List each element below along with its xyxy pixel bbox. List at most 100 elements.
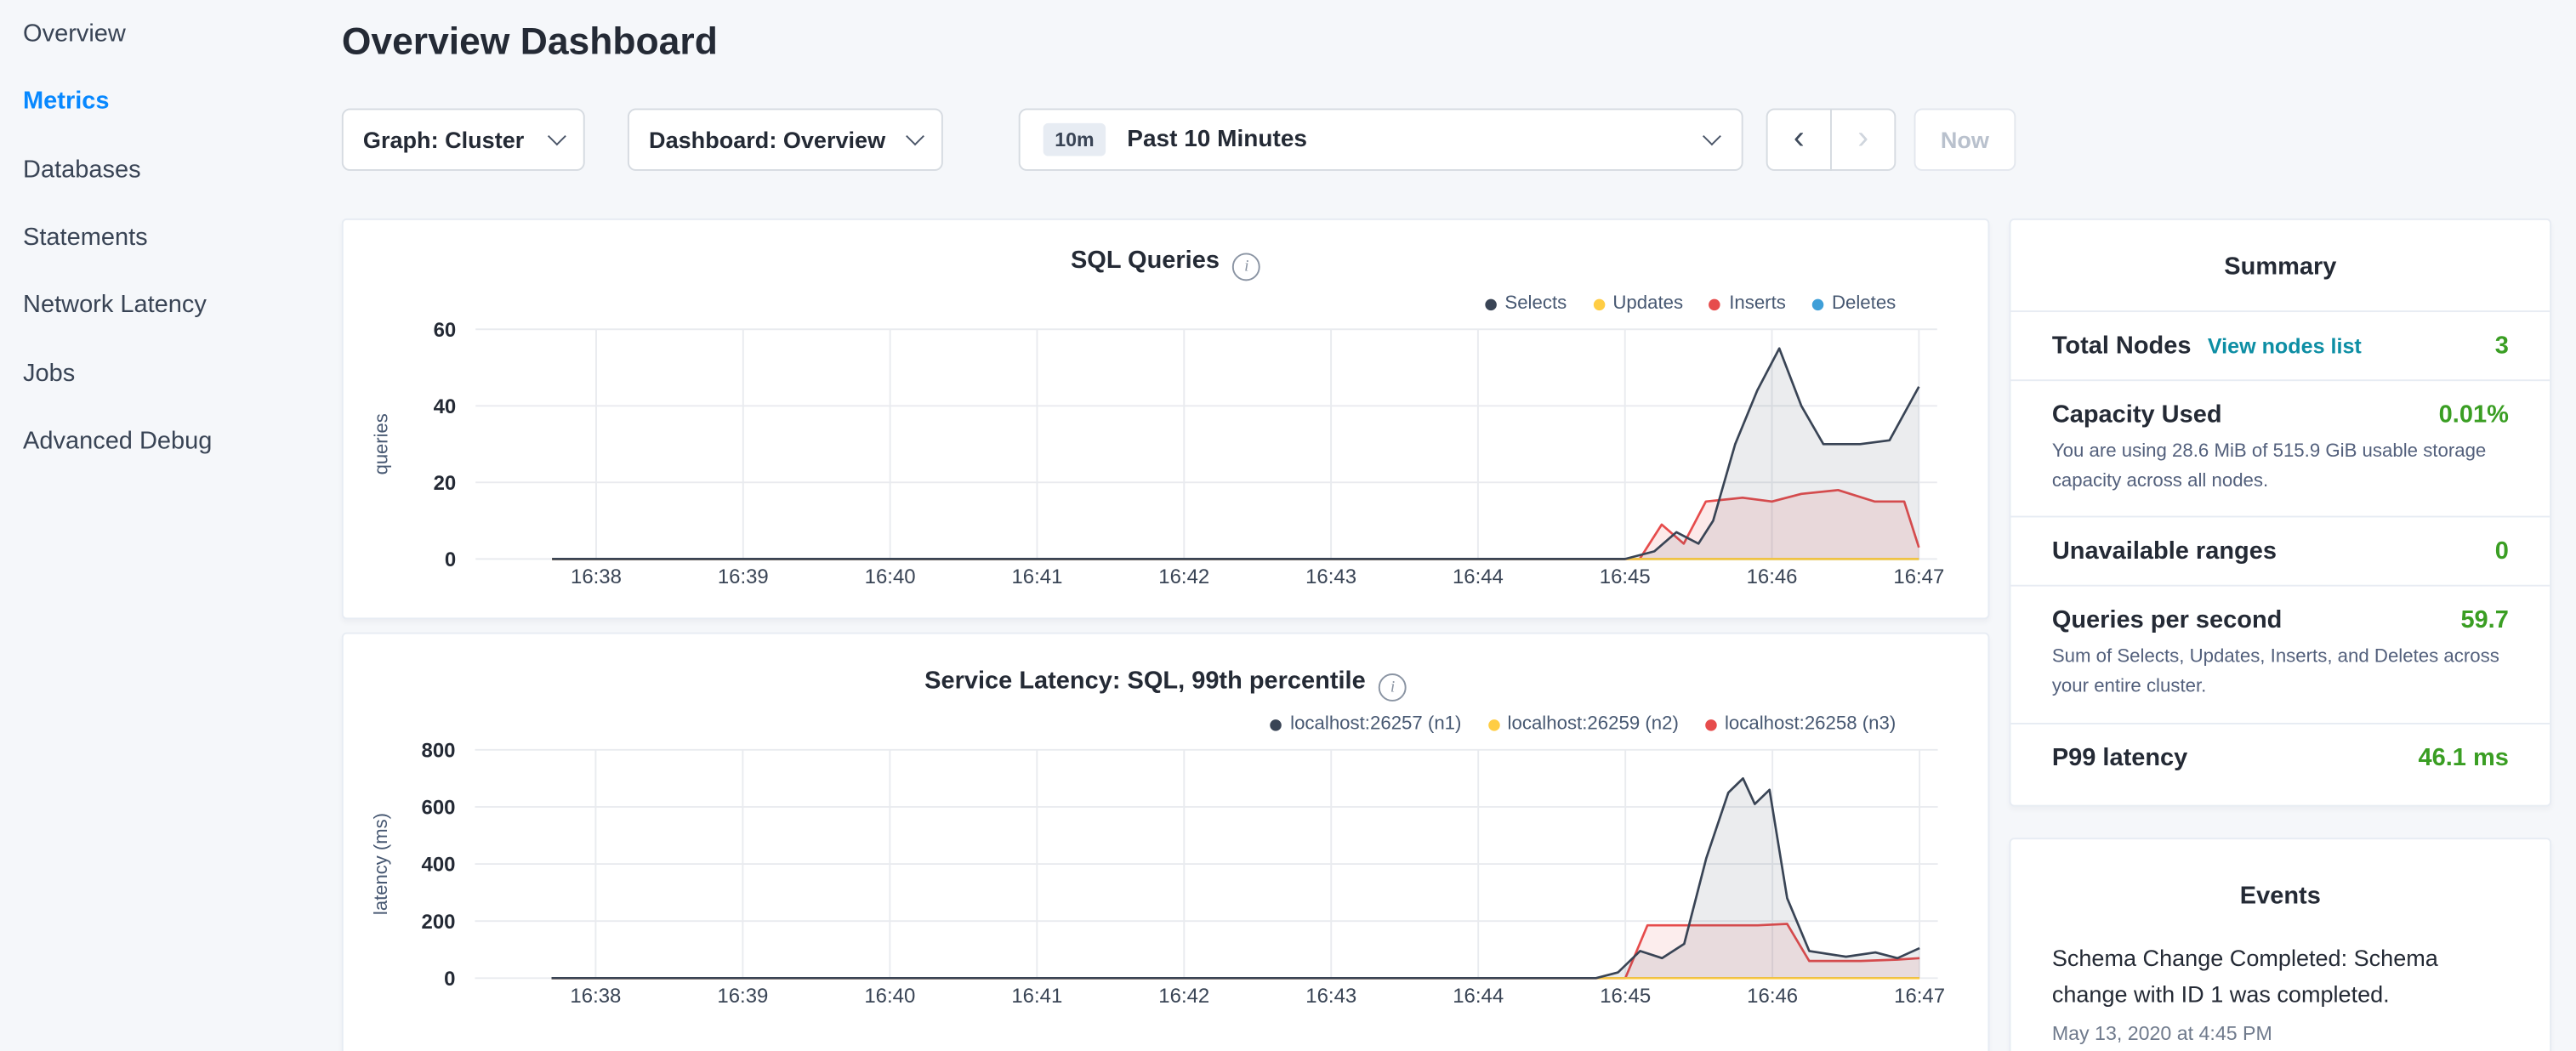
svg-text:16:39: 16:39 — [718, 565, 769, 588]
svg-text:400: 400 — [422, 854, 456, 877]
info-icon[interactable]: i — [1379, 673, 1407, 702]
svg-text:16:43: 16:43 — [1305, 565, 1356, 588]
stat-label: Unavailable ranges — [2052, 537, 2277, 565]
stat-value: 0.01% — [2439, 401, 2509, 429]
summary-row-queries-per-second: Queries per second 59.7 Sum of Selects, … — [2011, 585, 2550, 722]
chart-title-text: Service Latency: SQL, 99th percentile — [924, 667, 1366, 695]
sidebar-item-overview[interactable]: Overview — [0, 0, 321, 68]
svg-text:16:41: 16:41 — [1011, 985, 1062, 1008]
info-icon[interactable]: i — [1232, 253, 1260, 281]
legend-item[interactable]: localhost:26258 (n3) — [1705, 714, 1896, 734]
svg-text:16:42: 16:42 — [1158, 985, 1209, 1008]
view-nodes-link[interactable]: View nodes list — [2208, 333, 2362, 358]
time-range-picker[interactable]: 10m Past 10 Minutes — [1019, 108, 1743, 170]
chart-legend: localhost:26257 (n1) localhost:26259 (n2)… — [1271, 714, 1896, 734]
legend-item[interactable]: Deletes — [1812, 294, 1896, 314]
stat-description: You are using 28.6 MiB of 515.9 GiB usab… — [2052, 437, 2509, 497]
legend-dot-icon — [1487, 719, 1499, 730]
legend-label: localhost:26259 (n2) — [1508, 714, 1679, 734]
svg-text:20: 20 — [434, 472, 457, 495]
svg-text:16:40: 16:40 — [865, 565, 916, 588]
sidebar-item-statements[interactable]: Statements — [0, 203, 321, 271]
svg-text:16:45: 16:45 — [1600, 565, 1651, 588]
summary-title: Summary — [2011, 220, 2550, 310]
events-panel: Events Schema Change Completed: Schema c… — [2010, 838, 2551, 1051]
svg-text:16:47: 16:47 — [1894, 985, 1945, 1008]
events-title: Events — [2011, 839, 2550, 910]
chart-title-text: SQL Queries — [1071, 247, 1220, 275]
sidebar: Overview Metrics Databases Statements Ne… — [0, 0, 321, 474]
svg-text:16:42: 16:42 — [1158, 565, 1209, 588]
graph-dropdown[interactable]: Graph: Cluster — [342, 108, 585, 170]
event-timestamp: May 13, 2020 at 4:45 PM — [2011, 1022, 2550, 1045]
svg-text:16:46: 16:46 — [1747, 565, 1798, 588]
dashboard-dropdown[interactable]: Dashboard: Overview — [628, 108, 943, 170]
time-range-badge: 10m — [1043, 123, 1106, 156]
svg-text:16:40: 16:40 — [864, 985, 915, 1008]
time-step-buttons: ‹ › — [1766, 108, 1896, 170]
summary-row-unavailable-ranges: Unavailable ranges 0 — [2011, 516, 2550, 585]
legend-item[interactable]: Selects — [1485, 294, 1567, 314]
stat-value: 46.1 ms — [2419, 743, 2509, 771]
time-forward-button[interactable]: › — [1830, 108, 1896, 170]
metrics-page: Overview Metrics Databases Statements Ne… — [0, 0, 2576, 1051]
legend-item[interactable]: Inserts — [1709, 294, 1786, 314]
sidebar-item-advanced-debug[interactable]: Advanced Debug — [0, 407, 321, 475]
dashboard-dropdown-label: Dashboard: Overview — [649, 127, 885, 153]
summary-row-p99-latency: P99 latency 46.1 ms — [2011, 722, 2550, 791]
sql-queries-chart-card: SQL Queries i Selects Updates Inserts Delete… — [342, 219, 1990, 619]
svg-text:800: 800 — [422, 739, 456, 762]
chart-title: SQL Queries i — [344, 247, 1988, 281]
svg-text:40: 40 — [434, 395, 457, 418]
svg-text:600: 600 — [422, 797, 456, 820]
sidebar-item-jobs[interactable]: Jobs — [0, 339, 321, 407]
legend-label: localhost:26257 (n1) — [1290, 714, 1461, 734]
svg-text:16:39: 16:39 — [717, 985, 768, 1008]
chevron-down-icon — [548, 127, 566, 145]
chevron-down-icon — [906, 127, 924, 145]
chart-title: Service Latency: SQL, 99th percentile i — [344, 667, 1988, 702]
sidebar-item-databases[interactable]: Databases — [0, 136, 321, 204]
legend-dot-icon — [1705, 719, 1717, 730]
event-message: Schema Change Completed: Schema change w… — [2011, 940, 2550, 1012]
legend-item[interactable]: localhost:26257 (n1) — [1271, 714, 1462, 734]
svg-text:16:47: 16:47 — [1893, 565, 1944, 588]
legend-dot-icon — [1593, 298, 1605, 310]
legend-label: Inserts — [1729, 294, 1786, 314]
legend-dot-icon — [1709, 298, 1721, 310]
time-range-label: Past 10 Minutes — [1127, 127, 1307, 153]
legend-item[interactable]: Updates — [1593, 294, 1683, 314]
svg-text:0: 0 — [445, 548, 456, 571]
svg-text:latency (ms): latency (ms) — [370, 813, 391, 915]
svg-text:0: 0 — [444, 968, 455, 991]
stat-value: 59.7 — [2460, 606, 2508, 634]
now-button[interactable]: Now — [1914, 108, 2016, 170]
stat-label: P99 latency — [2052, 743, 2187, 771]
svg-text:16:38: 16:38 — [571, 565, 622, 588]
stat-label: Total Nodes — [2052, 332, 2192, 360]
legend-label: Deletes — [1832, 294, 1896, 314]
chevron-right-icon: › — [1857, 119, 1868, 155]
svg-text:16:45: 16:45 — [1600, 985, 1651, 1008]
svg-text:16:41: 16:41 — [1011, 565, 1062, 588]
summary-panel: Summary Total Nodes View nodes list 3 Ca… — [2010, 219, 2551, 807]
legend-item[interactable]: localhost:26259 (n2) — [1487, 714, 1679, 734]
page-title: Overview Dashboard — [342, 20, 718, 64]
svg-text:16:43: 16:43 — [1305, 985, 1356, 1008]
time-back-button[interactable]: ‹ — [1766, 108, 1832, 170]
stat-description: Sum of Selects, Updates, Inserts, and De… — [2052, 643, 2509, 702]
svg-text:60: 60 — [434, 319, 457, 342]
legend-label: localhost:26258 (n3) — [1725, 714, 1896, 734]
stat-label: Capacity Used — [2052, 401, 2222, 429]
sidebar-item-network-latency[interactable]: Network Latency — [0, 271, 321, 339]
stat-label: Queries per second — [2052, 606, 2283, 634]
svg-text:queries: queries — [371, 413, 392, 474]
summary-row-total-nodes: Total Nodes View nodes list 3 — [2011, 310, 2550, 379]
service-latency-chart-card: Service Latency: SQL, 99th percentile i l… — [342, 633, 1990, 1051]
legend-dot-icon — [1485, 298, 1497, 310]
summary-row-capacity-used: Capacity Used 0.01% You are using 28.6 M… — [2011, 379, 2550, 516]
stat-value: 0 — [2495, 537, 2509, 565]
chevron-down-icon — [1703, 127, 1721, 145]
sidebar-item-metrics[interactable]: Metrics — [0, 68, 321, 136]
legend-label: Updates — [1612, 294, 1683, 314]
